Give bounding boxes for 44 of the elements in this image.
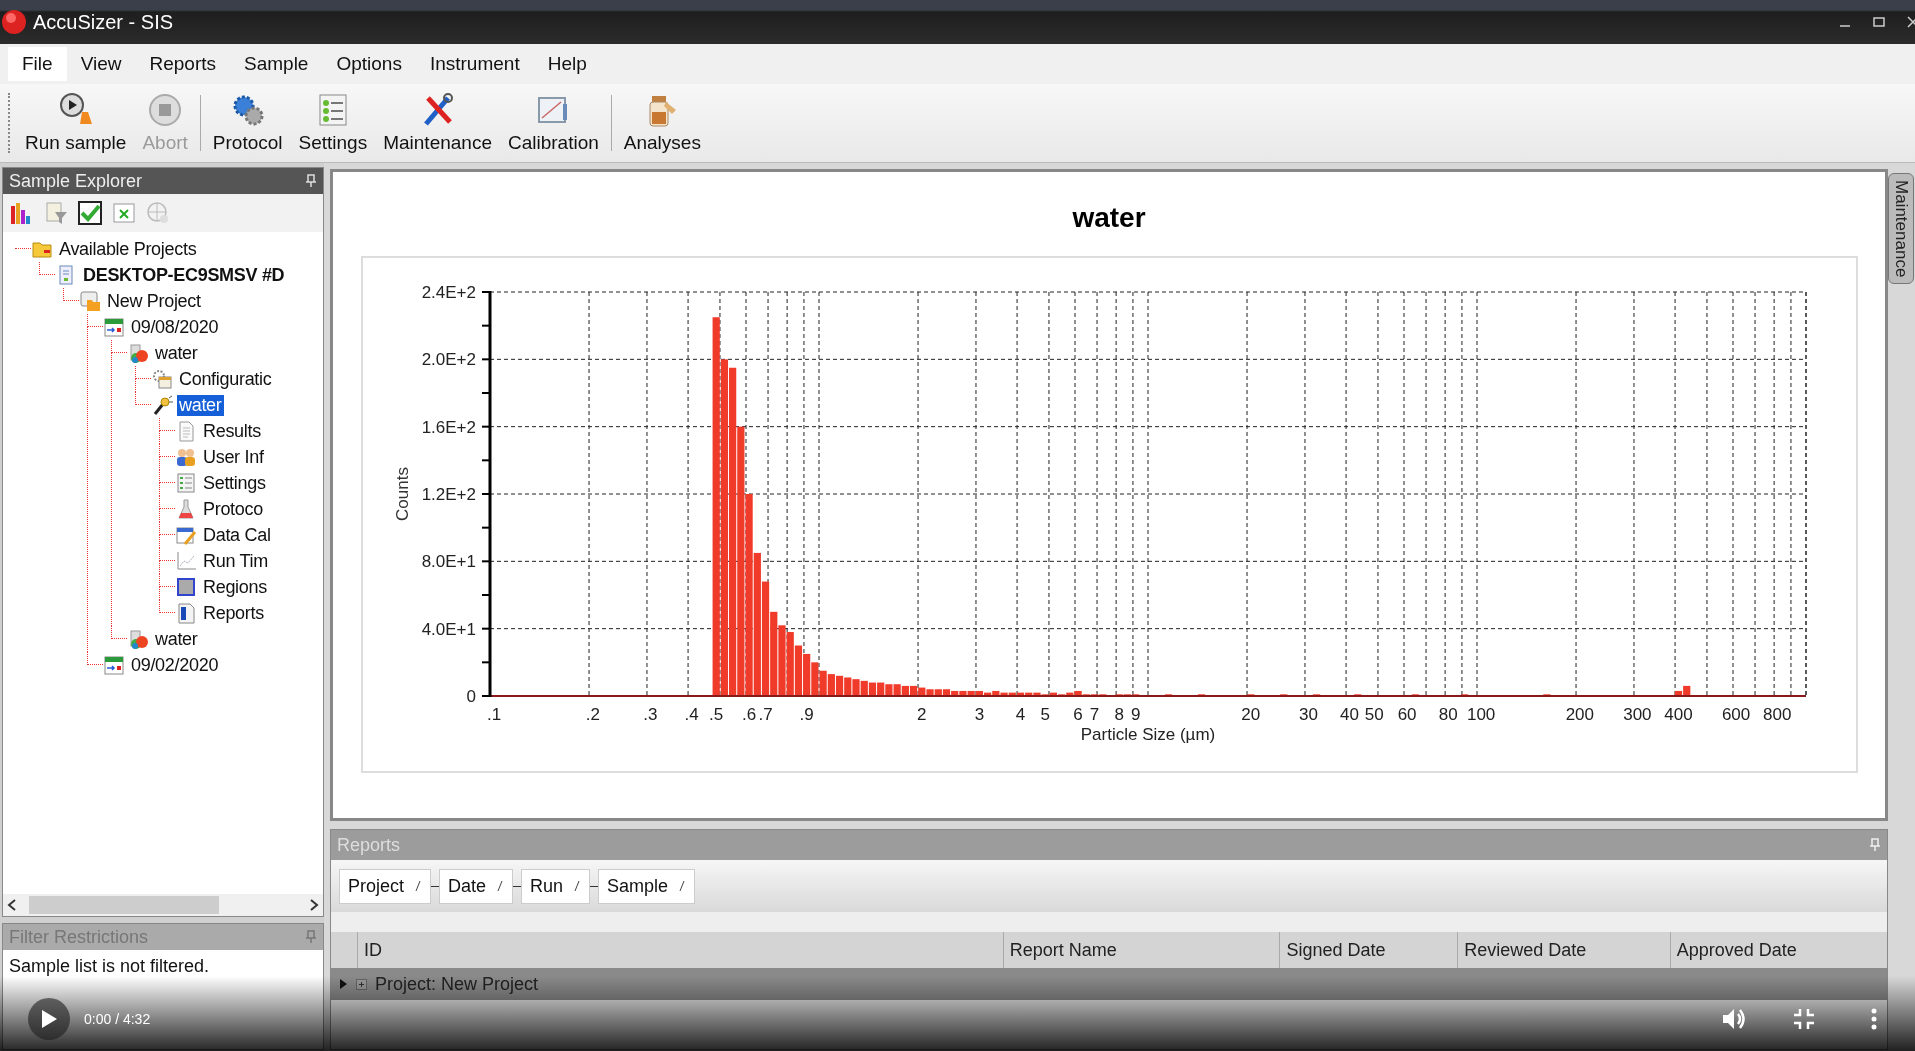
x-tick-label: 9 — [1130, 705, 1140, 724]
chart-title: water — [1072, 202, 1146, 234]
x-tick-label: 60 — [1397, 705, 1417, 724]
x-tick-label: .6 — [741, 705, 756, 724]
x-tick-label: 600 — [1721, 705, 1750, 724]
x-tick-label: .1 — [486, 705, 501, 724]
x-tick-label: 80 — [1438, 705, 1458, 724]
x-tick-label: .7 — [757, 705, 773, 724]
x-tick-label: 2 — [916, 705, 927, 724]
x-tick-label: 50 — [1364, 705, 1384, 724]
y-tick-label: 8.0E+1 — [421, 552, 476, 572]
x-tick-label: 3 — [974, 705, 984, 724]
x-tick-label: .2 — [585, 705, 600, 724]
y-tick-label: 0 — [466, 687, 476, 706]
x-tick-label: 8 — [1114, 705, 1124, 724]
y-tick-label: 4.0E+1 — [421, 619, 476, 639]
window-title: AccuSizer - SIS — [33, 10, 175, 34]
filter-status-text: Sample list is not filtered. — [8, 955, 211, 978]
x-tick-label: 6 — [1072, 705, 1083, 724]
group-row-label: Project: New Project — [375, 973, 539, 995]
panel-title: Sample Explorer — [9, 170, 143, 192]
x-axis-title: Particle Size (µm) — [1080, 725, 1215, 744]
x-tick-label: 400 — [1663, 705, 1693, 724]
y-tick-label: 2.4E+2 — [421, 283, 476, 302]
x-tick-label: 7 — [1089, 705, 1099, 724]
x-tick-label: 30 — [1298, 705, 1318, 724]
x-tick-label: 800 — [1762, 705, 1791, 724]
y-tick-label: 1.6E+2 — [421, 417, 476, 437]
x-tick-label: 100 — [1466, 705, 1495, 724]
y-tick-label: 1.2E+2 — [421, 485, 476, 504]
x-tick-label: .5 — [708, 705, 723, 724]
x-tick-label: 5 — [1039, 705, 1050, 724]
x-tick-label: .9 — [799, 705, 814, 724]
y-tick-label: 2.0E+2 — [421, 350, 476, 370]
x-tick-label: .4 — [683, 705, 699, 724]
x-tick-label: .3 — [642, 705, 657, 724]
x-tick-label: 40 — [1339, 705, 1359, 724]
x-tick-label: 20 — [1240, 705, 1260, 724]
x-tick-label: 4 — [1015, 705, 1025, 724]
panel-title: Reports — [337, 834, 401, 856]
y-axis-title: Counts — [392, 467, 412, 521]
x-tick-label: 300 — [1622, 705, 1652, 724]
video-time: 0:00 / 4:32 — [84, 1010, 152, 1027]
x-tick-label: 200 — [1565, 705, 1594, 724]
